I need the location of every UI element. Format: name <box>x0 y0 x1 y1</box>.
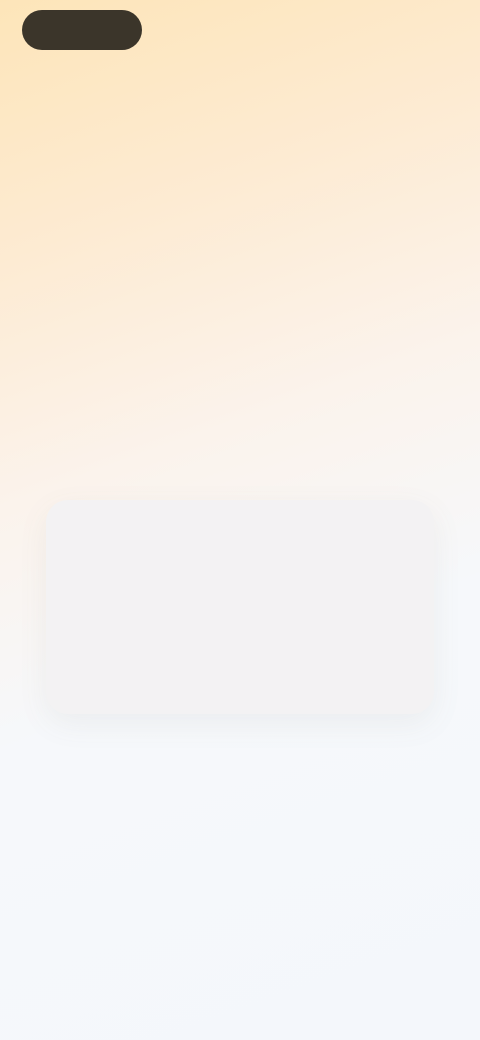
logo[interactable] <box>22 10 142 50</box>
top-bar <box>0 0 480 64</box>
feature-card[interactable] <box>46 500 434 714</box>
landing-page <box>0 0 480 1040</box>
